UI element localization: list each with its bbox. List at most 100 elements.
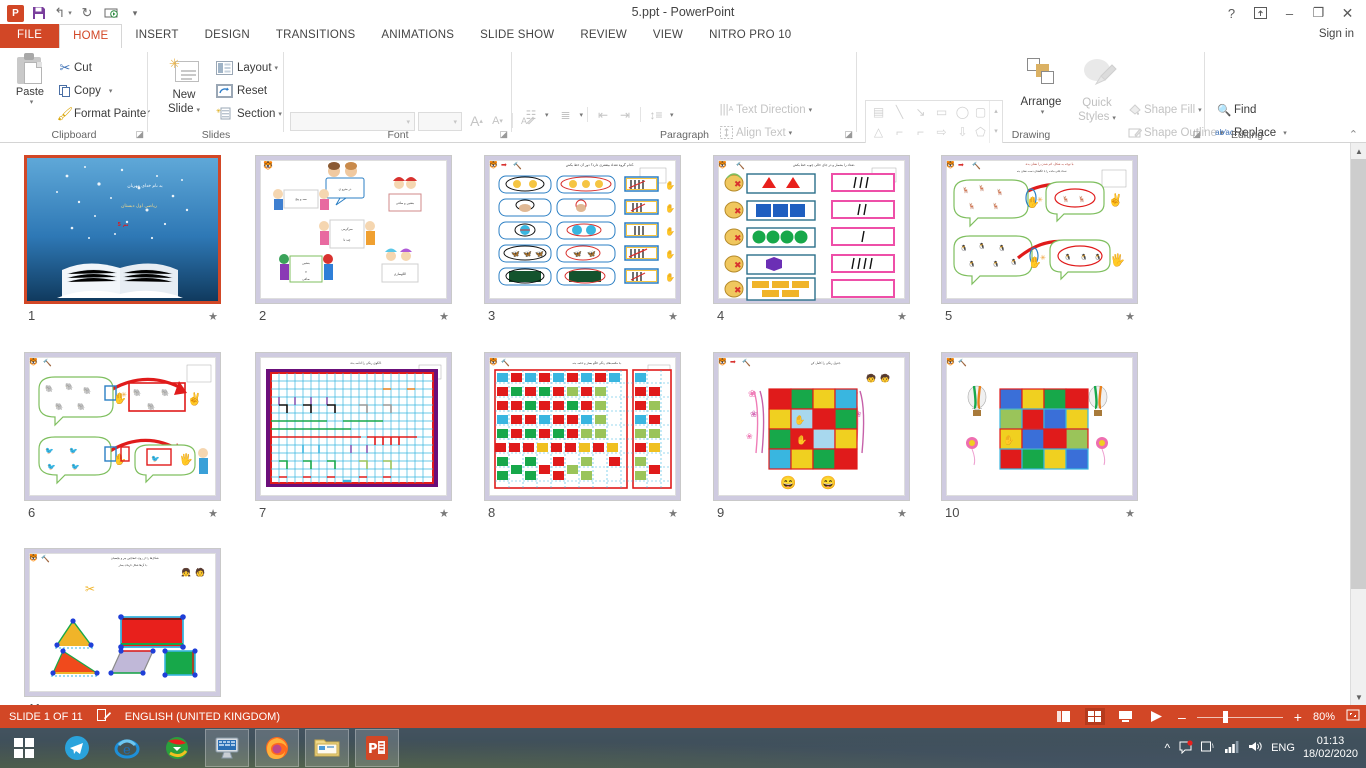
- show-hidden-icons-button[interactable]: ^: [1164, 741, 1170, 755]
- start-button[interactable]: [0, 728, 48, 768]
- tab-review[interactable]: REVIEW: [567, 24, 640, 48]
- decrease-font-size-button[interactable]: A▾: [487, 110, 508, 131]
- slide-counter[interactable]: SLIDE 1 OF 11: [9, 711, 83, 723]
- numbering-button[interactable]: ≣: [555, 104, 577, 125]
- help-icon[interactable]: ?: [1217, 3, 1246, 23]
- tab-view[interactable]: VIEW: [640, 24, 696, 48]
- tab-design[interactable]: DESIGN: [192, 24, 263, 48]
- new-slide-button[interactable]: New Slide▾: [158, 88, 210, 118]
- slide-thumbnail-9[interactable]: جدول رنگی را کامل کن. 🧒🧒 ❀ ❀ ❀ ❀ ❀: [713, 352, 910, 501]
- slide-animation-star-9[interactable]: ★: [897, 507, 907, 520]
- tab-transitions[interactable]: TRANSITIONS: [263, 24, 369, 48]
- shape-textbox-icon[interactable]: ▤: [868, 102, 889, 121]
- network-icon[interactable]: [1225, 740, 1240, 756]
- increase-font-size-button[interactable]: A▴: [466, 110, 487, 131]
- fit-to-window-icon[interactable]: [1346, 709, 1360, 724]
- pane-vertical-scrollbar[interactable]: ▲ ▼: [1350, 143, 1366, 705]
- volume-icon[interactable]: [1248, 740, 1263, 756]
- notes-icon[interactable]: [97, 709, 111, 725]
- language-indicator[interactable]: ENGLISH (UNITED KINGDOM): [125, 711, 280, 723]
- text-direction-button[interactable]: |||A Text Direction▾: [717, 98, 844, 121]
- scroll-down-arrow-icon[interactable]: ▼: [1351, 689, 1366, 705]
- thumbnail-item-3[interactable]: کدام گروه تعداد بیشتری دارد؟ دور آن خط ب…: [484, 155, 681, 304]
- thumbnail-item-11[interactable]: شکل‌ها را از روی خط‌چین ببر و بچسبان. با…: [24, 548, 221, 697]
- slide-thumbnail-1[interactable]: به نام خدای مهربان ریاضی اول دبستان تم 5: [24, 155, 221, 304]
- keyboard-layout-icon[interactable]: ۱: [1201, 740, 1217, 756]
- zoom-in-button[interactable]: +: [1294, 709, 1302, 725]
- slide-thumbnail-7[interactable]: الگوی رنگی را ادامه بده.: [255, 352, 452, 501]
- close-button[interactable]: ✕: [1333, 3, 1362, 23]
- thumbnail-item-5[interactable]: با توجه به شکل، کم شدن را نشان بده. تعدا…: [941, 155, 1138, 304]
- slide-sorter-button[interactable]: [1085, 708, 1105, 725]
- thumbnail-item-9[interactable]: جدول رنگی را کامل کن. 🧒🧒 ❀ ❀ ❀ ❀ ❀: [713, 352, 910, 501]
- tab-slide-show[interactable]: SLIDE SHOW: [467, 24, 567, 48]
- slide-thumbnail-11[interactable]: شکل‌ها را از روی خط‌چین ببر و بچسبان. با…: [24, 548, 221, 697]
- paste-button[interactable]: Paste ▾: [8, 53, 52, 106]
- thumbnail-item-8[interactable]: با مکعب‌های رنگی الگو بساز و ادامه بده.: [484, 352, 681, 501]
- thumbnail-item-10[interactable]: ✋ 🐯🔨 10 ★: [941, 352, 1138, 501]
- shape-rectangle-icon[interactable]: ▭: [931, 102, 952, 121]
- slide-thumbnail-10[interactable]: ✋ 🐯🔨: [941, 352, 1138, 501]
- gallery-scroll-up-icon[interactable]: ▴: [990, 101, 1002, 121]
- tab-file[interactable]: FILE: [0, 24, 59, 48]
- paragraph-dialog-launcher[interactable]: ◪: [844, 129, 853, 140]
- restore-button[interactable]: ❐: [1304, 3, 1333, 23]
- slides-thumbnail-pane[interactable]: به نام خدای مهربان ریاضی اول دبستان تم 5…: [0, 143, 1366, 705]
- zoom-slider[interactable]: [1197, 710, 1283, 724]
- shape-arrow-icon[interactable]: ↘: [910, 102, 931, 121]
- slide-animation-star-1[interactable]: ★: [208, 310, 218, 323]
- font-dialog-launcher[interactable]: ◪: [499, 129, 508, 140]
- slide-thumbnail-6[interactable]: 🐘🐘🐘🐘🐘 ✋ ✳ 🐘🐘🐘 ✌ 🐦🐦🐦🐦 ✋: [24, 352, 221, 501]
- thumbnail-item-4[interactable]: تعداد را بشمار و در جای خالی چوب خط بکش.…: [713, 155, 910, 304]
- firefox-icon[interactable]: [255, 729, 299, 767]
- remote-desktop-icon[interactable]: [205, 729, 249, 767]
- increase-indent-button[interactable]: ⇥: [614, 104, 636, 125]
- tab-insert[interactable]: INSERT: [122, 24, 191, 48]
- thumbnail-item-1[interactable]: به نام خدای مهربان ریاضی اول دبستان تم 5…: [24, 155, 221, 304]
- collapse-ribbon-button[interactable]: ⌃: [1349, 128, 1358, 141]
- slide-animation-star-4[interactable]: ★: [897, 310, 907, 323]
- copy-button[interactable]: Copy ▾: [56, 79, 150, 102]
- cut-button[interactable]: ✂ Cut: [56, 56, 150, 79]
- slide-animation-star-6[interactable]: ★: [208, 507, 218, 520]
- slide-animation-star-10[interactable]: ★: [1125, 507, 1135, 520]
- thumbnail-item-6[interactable]: 🐘🐘🐘🐘🐘 ✋ ✳ 🐘🐘🐘 ✌ 🐦🐦🐦🐦 ✋: [24, 352, 221, 501]
- reading-view-button[interactable]: [1116, 708, 1136, 725]
- format-painter-button[interactable]: 🖌 Format Painter: [56, 102, 150, 125]
- slide-animation-star-8[interactable]: ★: [668, 507, 678, 520]
- zoom-level-label[interactable]: 80%: [1313, 711, 1335, 723]
- shape-rounded-rect-icon[interactable]: ▢: [970, 102, 991, 121]
- telegram-icon[interactable]: [55, 729, 99, 767]
- clipboard-dialog-launcher[interactable]: ◪: [135, 129, 144, 140]
- slideshow-button[interactable]: [1147, 708, 1167, 725]
- slide-thumbnail-2[interactable]: در مترو ی سه و پنج بنشین و صافی سرگرمی: [255, 155, 452, 304]
- input-language-indicator[interactable]: ENG: [1271, 742, 1295, 754]
- find-button[interactable]: 🔍 Find: [1215, 98, 1287, 121]
- layout-button[interactable]: Layout ▾: [216, 56, 282, 79]
- thumbnail-item-2[interactable]: در مترو ی سه و پنج بنشین و صافی سرگرمی: [255, 155, 452, 304]
- slide-thumbnail-8[interactable]: با مکعب‌های رنگی الگو بساز و ادامه بده.: [484, 352, 681, 501]
- normal-view-button[interactable]: [1054, 708, 1074, 725]
- quick-styles-button[interactable]: Quick Styles▾: [1073, 96, 1121, 126]
- slide-animation-star-5[interactable]: ★: [1125, 310, 1135, 323]
- idm-icon[interactable]: [155, 729, 199, 767]
- reset-button[interactable]: Reset: [216, 79, 282, 102]
- clock[interactable]: 01:13 18/02/2020: [1303, 735, 1358, 761]
- scrollbar-thumb[interactable]: [1351, 159, 1366, 589]
- action-center-icon[interactable]: [1178, 740, 1193, 757]
- ribbon-display-options-icon[interactable]: [1246, 3, 1275, 23]
- slide-animation-star-2[interactable]: ★: [439, 310, 449, 323]
- slide-thumbnail-3[interactable]: کدام گروه تعداد بیشتری دارد؟ دور آن خط ب…: [484, 155, 681, 304]
- minimize-button[interactable]: –: [1275, 3, 1304, 23]
- internet-explorer-icon[interactable]: e: [105, 729, 149, 767]
- file-explorer-icon[interactable]: [305, 729, 349, 767]
- tab-animations[interactable]: ANIMATIONS: [368, 24, 467, 48]
- slide-animation-star-3[interactable]: ★: [668, 310, 678, 323]
- thumbnail-item-7[interactable]: الگوی رنگی را ادامه بده.: [255, 352, 452, 501]
- slide-thumbnail-5[interactable]: با توجه به شکل، کم شدن را نشان بده. تعدا…: [941, 155, 1138, 304]
- tab-home[interactable]: HOME: [59, 24, 122, 48]
- slide-animation-star-7[interactable]: ★: [439, 507, 449, 520]
- shape-line-icon[interactable]: ╲: [889, 102, 910, 121]
- section-button[interactable]: ✳ Section ▾: [216, 102, 282, 125]
- line-spacing-button[interactable]: ↕≡: [645, 104, 667, 125]
